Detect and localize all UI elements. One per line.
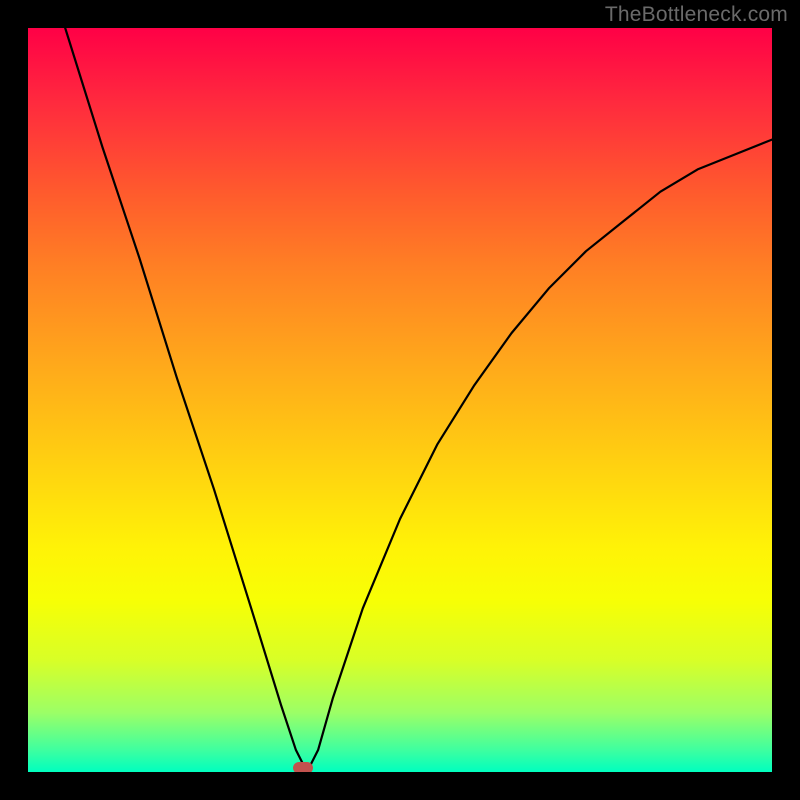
bottleneck-curve [28, 28, 772, 772]
plot-area [28, 28, 772, 772]
chart-frame: TheBottleneck.com [0, 0, 800, 800]
optimal-point-marker [293, 762, 313, 772]
watermark-text: TheBottleneck.com [605, 3, 788, 27]
